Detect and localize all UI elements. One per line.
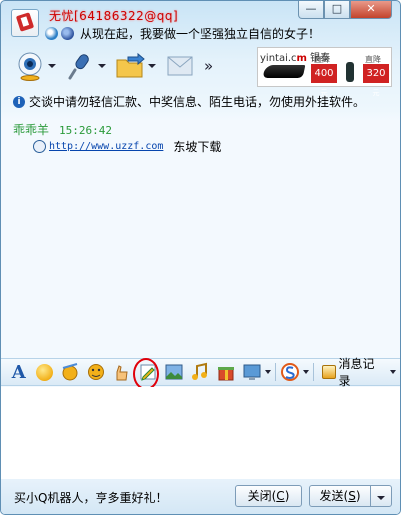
toolbar-divider-2	[312, 363, 314, 381]
info-icon: i	[13, 95, 25, 108]
highlight-circle	[133, 358, 159, 390]
ad-brand-accent: m	[296, 53, 307, 64]
send-options-arrow-icon	[377, 496, 385, 500]
close-chat-label: 关闭(	[247, 489, 277, 503]
file-dropdown-arrow-icon[interactable]	[148, 64, 156, 68]
contact-avatar[interactable]	[11, 9, 39, 37]
history-dropdown-arrow-icon[interactable]	[389, 370, 396, 374]
message-header: 乖乖羊 15:26:42	[13, 121, 112, 138]
input-toolbar: A 消息记录	[1, 355, 400, 389]
picture-icon	[165, 364, 183, 380]
gift-button[interactable]	[216, 362, 236, 382]
screenshot-dropdown-arrow-icon[interactable]	[265, 370, 271, 374]
voice-call-button[interactable]	[65, 51, 106, 81]
message-body: http://www.uzzf.com 东坡下载	[33, 138, 221, 155]
ad-banner[interactable]: yintai.cm 银泰 直降 400元 直降 320元	[257, 47, 392, 97]
video-dropdown-arrow-icon[interactable]	[48, 64, 56, 68]
chat-window: 无忧[64186322@qq] 从现在起，我要做一个坚强独立自信的女子！ — □…	[0, 0, 401, 515]
sogou-pinyin-button[interactable]	[280, 362, 300, 382]
mail-icon	[167, 56, 193, 76]
font-icon[interactable]: A	[9, 362, 29, 383]
webcam-icon	[18, 52, 42, 81]
smiley-icon	[35, 363, 53, 381]
emoticon-button[interactable]	[35, 362, 55, 382]
gift-icon	[218, 367, 234, 381]
perfume-image	[346, 62, 354, 82]
close-chat-button[interactable]: 关闭(C)	[235, 485, 302, 507]
message-history-label: 消息记录	[338, 357, 375, 388]
link-safety-icon	[33, 140, 46, 153]
qzone-icon[interactable]	[61, 27, 74, 40]
nudge-button[interactable]	[86, 362, 106, 382]
magic-emoticon-button[interactable]	[60, 362, 80, 382]
send-label-end: )	[355, 489, 361, 503]
footer-bar: 买小Q机器人，亨多重好礼！ 关闭(C) 发送(S)	[1, 479, 400, 514]
send-image-button[interactable]	[164, 362, 184, 382]
hand-icon	[116, 365, 128, 381]
sogou-icon	[280, 363, 299, 381]
send-button[interactable]: 发送(S)	[309, 485, 371, 507]
message-time: 15:26:42	[59, 124, 112, 137]
message-input[interactable]	[1, 387, 400, 479]
footer-ad-link[interactable]: 买小Q机器人，亨多重好礼！	[14, 489, 167, 506]
ad-price-1-value: 400	[314, 68, 334, 79]
minimize-button[interactable]: —	[298, 1, 324, 19]
ad-price-2-value: 320	[366, 68, 386, 79]
microphone-icon	[68, 54, 89, 80]
screen-capture-icon	[243, 364, 261, 380]
magic-face-icon	[62, 363, 78, 381]
security-notice: i 交谈中请勿轻信汇款、中奖信息、陌生电话，勿使用外挂软件。	[13, 93, 365, 110]
message-link[interactable]: http://www.uzzf.com	[49, 141, 163, 152]
sogou-dropdown-arrow-icon[interactable]	[302, 370, 309, 374]
message-text: 东坡下载	[173, 140, 222, 154]
send-label: 发送(	[319, 489, 349, 503]
ad-price-2-unit: 元	[372, 89, 380, 97]
security-notice-text: 交谈中请勿轻信汇款、中奖信息、陌生电话，勿使用外挂软件。	[29, 95, 366, 109]
close-chat-hotkey: C	[276, 489, 285, 503]
video-call-button[interactable]	[15, 51, 56, 81]
send-file-button[interactable]	[115, 51, 156, 81]
more-tools-button[interactable]: »	[204, 57, 213, 75]
close-chat-label-end: )	[284, 489, 290, 503]
contact-status-row: 从现在起，我要做一个坚强独立自信的女子！	[45, 25, 320, 42]
folder-transfer-icon	[116, 52, 145, 78]
window-controls: — □ ✕	[298, 1, 392, 19]
contact-name: 无忧[64186322@qq]	[49, 9, 179, 23]
toolbar-divider	[275, 363, 276, 381]
send-options-button[interactable]	[370, 485, 392, 507]
message-sender: 乖乖羊	[13, 123, 50, 137]
status-icon[interactable]	[45, 27, 58, 40]
send-sms-button[interactable]	[165, 51, 195, 81]
close-window-button[interactable]: ✕	[350, 1, 392, 19]
gesture-button[interactable]	[112, 362, 132, 382]
ad-price-1: 400元	[311, 64, 337, 97]
ad-price-2: 320 元	[363, 64, 389, 97]
ad-brand-part: yintai.c	[260, 53, 297, 64]
voice-dropdown-arrow-icon[interactable]	[98, 64, 106, 68]
send-hotkey: S	[348, 489, 356, 503]
maximize-button[interactable]: □	[324, 1, 350, 19]
music-button[interactable]	[190, 362, 210, 382]
shake-face-icon	[88, 364, 104, 380]
message-history-button[interactable]: 消息记录	[321, 355, 400, 389]
music-icon	[192, 362, 207, 380]
contact-signature: 从现在起，我要做一个坚强独立自信的女子！	[80, 27, 321, 41]
chat-toolbar: »	[15, 51, 213, 81]
history-icon	[321, 365, 336, 379]
shoe-image	[262, 65, 306, 78]
screenshot-button[interactable]	[242, 362, 262, 382]
